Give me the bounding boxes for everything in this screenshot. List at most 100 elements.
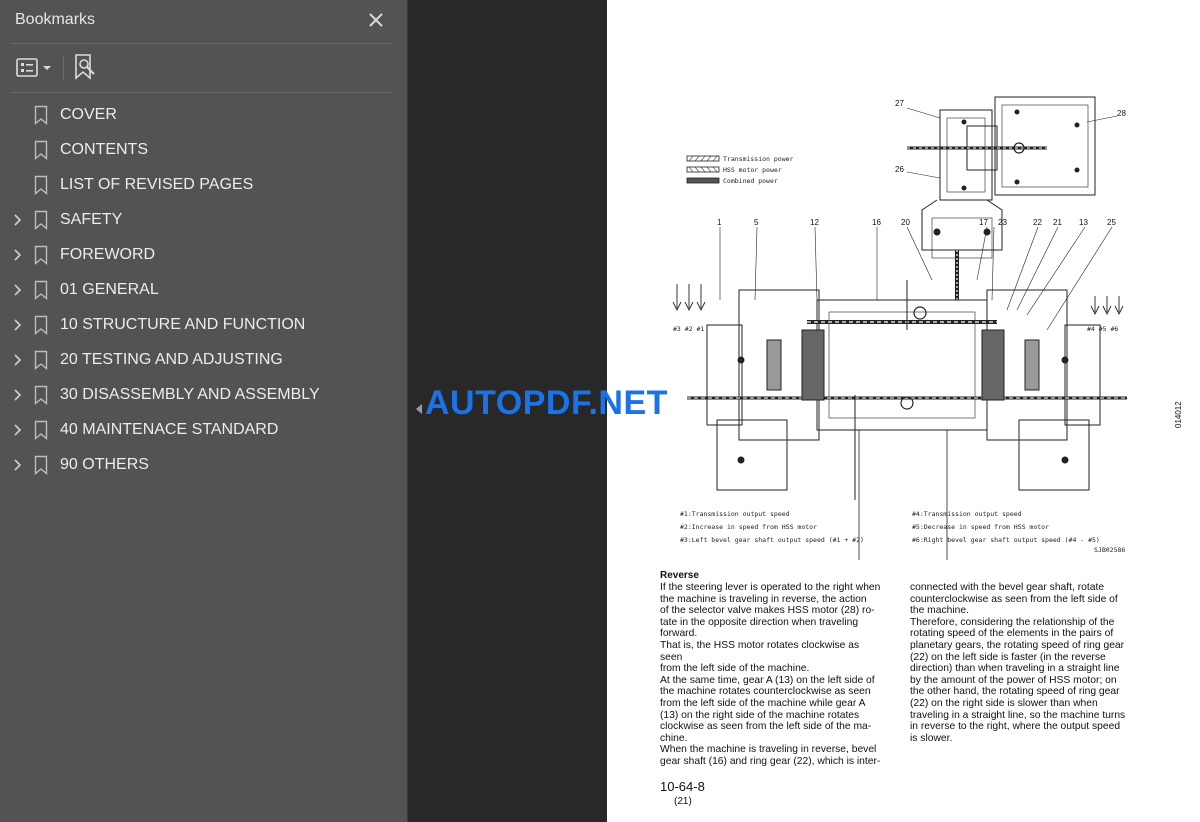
chevron-right-icon[interactable] (11, 353, 25, 367)
text-line: direction) than when traveling in a stra… (910, 663, 1120, 675)
note-6: #6:Right bevel gear shaft output speed (… (912, 536, 1100, 544)
bookmark-icon (34, 210, 48, 230)
speed-arrows (672, 284, 1124, 316)
bookmark-icon (34, 455, 48, 475)
header-divider (10, 43, 393, 44)
bookmark-item-general[interactable]: 01 GENERAL (0, 275, 407, 305)
bookmark-item-maintenance[interactable]: 40 MAINTENACE STANDARD (0, 415, 407, 445)
text-line: planetary gears, the rotating speed of r… (910, 639, 1125, 651)
page-sub-number: (21) (674, 796, 692, 807)
text-column-left: If the steering lever is operated to the… (660, 582, 884, 768)
close-icon (369, 13, 383, 27)
bookmark-item-safety[interactable]: SAFETY (0, 205, 407, 235)
callout-21: 21 (1053, 218, 1062, 227)
text-line: the machine is traveling in reverse, the… (660, 593, 867, 605)
bookmark-label: CONTENTS (60, 141, 148, 158)
note-3: #3:Left bevel gear shaft output speed (#… (680, 536, 864, 544)
chevron-right-icon[interactable] (11, 423, 25, 437)
bookmark-label: LIST OF REVISED PAGES (60, 176, 254, 193)
text-line: clockwise as seen from the left side of … (660, 721, 872, 733)
figure-id: 014012 (1174, 401, 1183, 428)
text-line: from the left side of the machine. (660, 663, 810, 675)
callout-5: 5 (754, 218, 759, 227)
callout-1: 1 (717, 218, 722, 227)
text-line: forward. (660, 628, 698, 640)
toolbar-divider (63, 55, 64, 81)
legend-transmission: Transmission power (723, 155, 794, 163)
hss-motor-housing (907, 96, 1096, 196)
bookmark-label: 10 STRUCTURE AND FUNCTION (60, 316, 306, 333)
text-line: tate in the opposite direction when trav… (660, 616, 859, 628)
bookmark-label: 01 GENERAL (60, 281, 159, 298)
diagram-legend: Transmission power HSS motor power Combi… (686, 155, 794, 185)
bookmark-item-cover[interactable]: COVER (0, 100, 407, 130)
bookmark-label: 90 OTHERS (60, 456, 149, 473)
text-line: (13) on the right side of the machine ro… (660, 709, 860, 721)
text-column-right: connected with the bevel gear shaft, rot… (910, 582, 1136, 744)
chevron-right-icon[interactable] (11, 213, 25, 227)
chevron-right-icon[interactable] (11, 283, 25, 297)
bookmark-item-revised-pages[interactable]: LIST OF REVISED PAGES (0, 170, 407, 200)
close-panel-button[interactable] (364, 8, 388, 32)
bookmark-item-others[interactable]: 90 OTHERS (0, 450, 407, 480)
text-line: When the machine is traveling in reverse… (660, 744, 877, 756)
collapse-panel-arrow-icon[interactable] (414, 403, 424, 415)
text-line: the machine. (910, 605, 969, 617)
bookmark-options-button[interactable] (14, 56, 54, 80)
bookmarks-header: Bookmarks (0, 0, 407, 42)
chevron-right-icon[interactable] (11, 318, 25, 332)
text-line: Therefore, considering the relationship … (910, 616, 1115, 628)
chevron-right-icon[interactable] (11, 388, 25, 402)
transmission-cross-section (687, 142, 1127, 560)
find-bookmark-button[interactable] (72, 53, 98, 81)
bookmark-item-testing[interactable]: 20 TESTING AND ADJUSTING (0, 345, 407, 375)
page-number: 10-64-8 (660, 779, 705, 794)
note-5: #5:Decrease in speed from HSS motor (912, 523, 1049, 531)
bookmark-item-structure[interactable]: 10 STRUCTURE AND FUNCTION (0, 310, 407, 340)
bookmark-icon (34, 315, 48, 335)
watermark-text: AUTOPDF.NET (425, 384, 668, 422)
text-line: in reverse to the right, where the outpu… (910, 721, 1121, 733)
document-page: Transmission power HSS motor power Combi… (607, 0, 1200, 822)
callout-22: 22 (1033, 218, 1042, 227)
text-line: (22) on the right side is slower than wh… (910, 697, 1098, 709)
list-options-icon (16, 58, 51, 77)
bookmark-icon (34, 245, 48, 265)
bookmark-label: SAFETY (60, 211, 123, 228)
hss-power-flow-diagram: Transmission power HSS motor power Combi… (672, 96, 1183, 560)
text-line: At the same time, gear A (13) on the lef… (660, 674, 875, 686)
legend-combined: Combined power (723, 177, 778, 185)
callout-12: 12 (810, 218, 819, 227)
bookmark-item-contents[interactable]: CONTENTS (0, 135, 407, 165)
bookmark-icon (34, 420, 48, 440)
bookmark-icon (34, 105, 48, 125)
callout-25: 25 (1107, 218, 1116, 227)
bookmark-label: 20 TESTING AND ADJUSTING (60, 351, 283, 368)
callout-23: 23 (998, 218, 1007, 227)
panel-title: Bookmarks (15, 11, 96, 28)
bookmark-icon (34, 385, 48, 405)
bookmark-label: 40 MAINTENACE STANDARD (60, 421, 279, 438)
callout-17: 17 (979, 218, 988, 227)
chevron-right-icon[interactable] (11, 458, 25, 472)
bookmark-item-foreword[interactable]: FOREWORD (0, 240, 407, 270)
text-line: counterclockwise as seen from the left s… (910, 593, 1118, 605)
arrow-labels-right: #4 #5 #6 (1087, 325, 1118, 333)
callout-27: 27 (895, 99, 904, 108)
note-4: #4:Transmission output speed (912, 510, 1022, 518)
text-line: gear shaft (16) and ring gear (22), whic… (660, 755, 881, 767)
bookmark-icon (34, 140, 48, 160)
text-line: traveling in a straight line, so the mac… (910, 709, 1126, 721)
legend-hss-motor: HSS motor power (723, 166, 782, 174)
text-line: the other hand, the rotating speed of ri… (910, 686, 1120, 698)
chevron-right-icon[interactable] (11, 248, 25, 262)
bookmark-icon (34, 175, 48, 195)
drawing-code: SJB02586 (1094, 546, 1125, 554)
bookmark-label: 30 DISASSEMBLY AND ASSEMBLY (60, 386, 320, 403)
arrow-labels-left: #3 #2 #1 (673, 325, 704, 333)
text-line: If the steering lever is operated to the… (660, 582, 881, 593)
bookmark-item-disassembly[interactable]: 30 DISASSEMBLY AND ASSEMBLY (0, 380, 407, 410)
bookmark-icon (34, 350, 48, 370)
note-2: #2:Increase in speed from HSS motor (680, 523, 817, 531)
bookmark-icon (34, 280, 48, 300)
